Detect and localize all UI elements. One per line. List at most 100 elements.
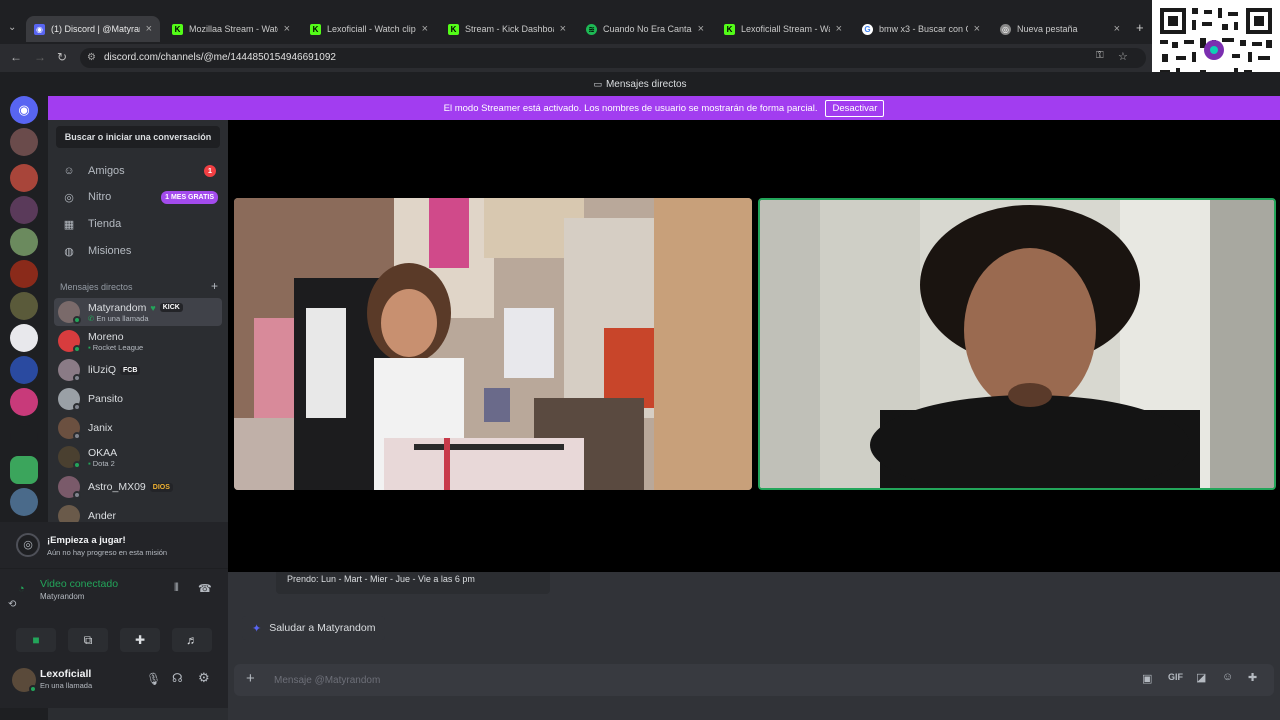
browser-tab-bar: ⌄ ◉ (1) Discord | @Matyrandom × K Mozill… (0, 0, 1280, 44)
deactivate-streamer-button[interactable]: Desactivar (825, 99, 885, 117)
translate-icon[interactable]: ⟲ (8, 599, 16, 610)
dm-name: Astro_MX09 (88, 481, 146, 493)
signal-icon[interactable]: ◔ (18, 583, 25, 595)
server-icon[interactable] (10, 488, 38, 516)
back-icon[interactable]: ← (10, 50, 22, 64)
tab-search-icon[interactable]: ⌄ (8, 22, 16, 33)
search-conversation-button[interactable]: Buscar o iniciar una conversación (56, 126, 220, 148)
nav-friends[interactable]: ☺ Amigos 1 (54, 158, 222, 184)
address-input[interactable]: ⚙ discord.com/channels/@me/1444850154946… (80, 48, 1146, 68)
nav-quests[interactable]: ◍ Misiones (54, 238, 222, 264)
chat-area: Prendo: Lun - Mart - Mier - Jue - Vie a … (228, 572, 1280, 720)
server-icon[interactable] (10, 228, 38, 256)
user-tag: DIOS (149, 482, 173, 492)
noise-suppression-icon[interactable]: ⦀ (174, 582, 179, 595)
dm-item-liuziq[interactable]: liUziQ FCB (54, 356, 222, 384)
camera-button[interactable]: ■ (16, 628, 56, 652)
reload-icon[interactable]: ↻ (57, 50, 67, 64)
server-icon[interactable] (10, 128, 38, 156)
nav-label: Nitro (88, 191, 112, 203)
tab-spotify[interactable]: ≋ Cuando No Era Cantante × (578, 16, 712, 42)
home-discord-button[interactable]: ◉ (10, 96, 38, 124)
tab-kick-dashboard[interactable]: K Stream - Kick Dashboard × (440, 16, 574, 42)
status-dot (73, 403, 81, 411)
close-icon[interactable]: × (146, 23, 152, 35)
sticker-icon[interactable]: ◪ (1196, 671, 1206, 684)
friends-icon: ☺ (63, 165, 75, 177)
dm-status: Rocket League (92, 342, 144, 352)
server-icon[interactable] (10, 456, 38, 484)
server-icon[interactable] (10, 356, 38, 384)
voice-channel[interactable]: Matyrandom (40, 592, 84, 601)
server-icon[interactable] (10, 260, 38, 288)
user-tag: KICK (159, 303, 183, 312)
voice-status[interactable]: Video conectado (40, 578, 118, 590)
password-key-icon[interactable]: ⚿ (1096, 50, 1104, 61)
wave-sticker-icon: ✦ (252, 622, 262, 635)
video-tile-matyrandom[interactable] (234, 198, 752, 490)
user-tag: FCB (120, 365, 141, 375)
close-icon[interactable]: × (422, 23, 428, 35)
dm-item-janix[interactable]: Janix (54, 414, 222, 442)
user-name[interactable]: Lexoficiall (40, 668, 91, 680)
server-icon[interactable] (10, 164, 38, 192)
status-dot (73, 374, 81, 382)
dm-item-matyrandom[interactable]: Matyrandom ♥ KICK ✆ En una llamada (54, 298, 222, 326)
nav-nitro[interactable]: ◎ Nitro 1 MES GRATIS (54, 184, 222, 210)
close-icon[interactable]: × (560, 23, 566, 35)
message-input[interactable] (274, 670, 1134, 690)
tab-title: Lexoficiall Stream - Watch (741, 24, 830, 34)
close-icon[interactable]: × (698, 23, 704, 35)
dm-name: Pansito (88, 393, 124, 405)
close-icon[interactable]: × (284, 23, 290, 35)
tab-new-tab[interactable]: ◎ Nueva pestaña × (992, 16, 1128, 42)
avatar (58, 359, 81, 382)
bookmark-star-icon[interactable]: ☆ (1118, 50, 1128, 63)
close-icon[interactable]: × (1114, 23, 1120, 35)
headphones-icon[interactable]: ☊ (172, 671, 183, 685)
wave-button[interactable]: ✦ Saludar a Matyrandom (242, 616, 386, 640)
settings-gear-icon[interactable]: ⚙ (198, 670, 210, 686)
apps-icon[interactable]: ✚ (1248, 671, 1257, 684)
gift-icon[interactable]: ▣ (1142, 672, 1152, 685)
server-icon[interactable] (10, 424, 38, 452)
kick-icon: K (172, 23, 183, 35)
site-info-icon[interactable]: ⚙ (87, 48, 96, 68)
dm-item-okaa[interactable]: OKAA ▪ Dota 2 (54, 443, 222, 471)
server-icon[interactable] (10, 388, 38, 416)
shop-icon: ▦ (63, 218, 75, 231)
user-avatar[interactable] (12, 668, 37, 693)
tab-discord[interactable]: ◉ (1) Discord | @Matyrandom × (26, 16, 160, 42)
gif-icon[interactable]: GIF (1168, 672, 1183, 682)
heart-icon: ♥ (150, 302, 156, 313)
dm-item-pansito[interactable]: Pansito (54, 385, 222, 413)
video-tile-lexoficiall[interactable] (758, 198, 1276, 490)
server-icon[interactable] (10, 292, 38, 320)
quest-orb-icon: ◎ (16, 533, 40, 557)
close-icon[interactable]: × (836, 23, 842, 35)
server-icon[interactable] (10, 324, 38, 352)
tab-lexoficiall-clips[interactable]: K Lexoficiall - Watch clips on Kick × (302, 16, 436, 42)
screen-share-button[interactable]: ⧉ (68, 628, 108, 652)
dm-item-astro[interactable]: Astro_MX09 DIOS (54, 473, 222, 501)
nav-shop[interactable]: ▦ Tienda (54, 211, 222, 237)
attach-plus-icon[interactable]: + (246, 670, 255, 687)
forward-icon[interactable]: → (34, 50, 46, 64)
emoji-icon[interactable]: ☺ (1222, 671, 1233, 683)
status-dot (73, 461, 81, 469)
activities-button[interactable]: ✚ (120, 628, 160, 652)
new-tab-icon[interactable]: + (1136, 20, 1144, 35)
server-icon[interactable] (10, 196, 38, 224)
close-icon[interactable]: × (974, 23, 980, 35)
dm-item-moreno[interactable]: Moreno ▪ Rocket League (54, 327, 222, 355)
create-dm-icon[interactable]: + (211, 279, 218, 293)
dm-name: OKAA (88, 446, 118, 459)
microphone-icon[interactable]: 🎙 (146, 672, 161, 686)
tab-lexoficiall-stream[interactable]: K Lexoficiall Stream - Watch × (716, 16, 850, 42)
video-frame (234, 198, 752, 490)
tab-mozillaa[interactable]: K Mozillaa Stream - Watch Live × (164, 16, 298, 42)
quest-panel[interactable]: ◎ ¡Empieza a jugar! Aún no hay progreso … (0, 522, 228, 568)
disconnect-icon[interactable]: ☎ (198, 582, 212, 595)
soundboard-button[interactable]: ♬ (172, 628, 212, 652)
tab-google-search[interactable]: G bmw x3 - Buscar con Google × (854, 16, 988, 42)
